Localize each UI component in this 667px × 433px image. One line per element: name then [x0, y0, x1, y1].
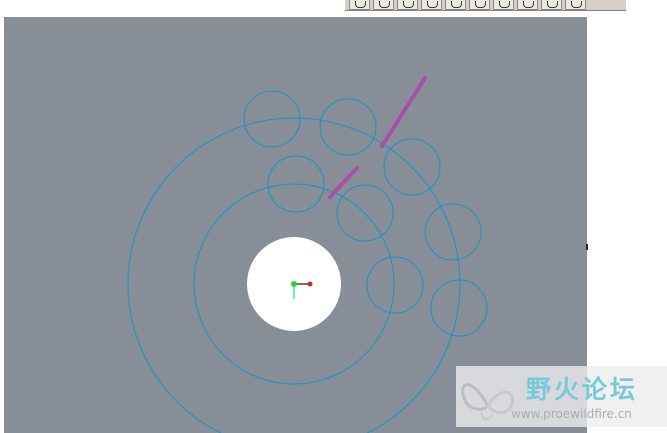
watermark-title: 野火论坛	[526, 375, 639, 404]
watermark-url: www.proewildfire.cn	[511, 407, 632, 421]
zoom-in-button[interactable]	[373, 0, 394, 10]
pattern-circle[interactable]	[424, 203, 482, 261]
pattern-circle[interactable]	[430, 279, 488, 337]
zoom-window-icon	[355, 1, 366, 8]
highlighted-segment[interactable]	[380, 76, 427, 148]
zoom-out-button[interactable]	[397, 0, 418, 10]
spin-center-icon	[547, 1, 558, 8]
view-toolbar	[344, 0, 626, 11]
zoom-window-button[interactable]	[349, 0, 370, 10]
zoom-out-icon	[403, 1, 414, 8]
refit-button[interactable]	[421, 0, 442, 10]
pattern-circle[interactable]	[366, 256, 424, 314]
saved-views-button[interactable]	[469, 0, 490, 10]
annotation-icon	[571, 1, 582, 8]
datum-display-button[interactable]	[517, 0, 538, 10]
spin-center-button[interactable]	[541, 0, 562, 10]
forum-watermark: 野火论坛 www.proewildfire.cn	[456, 366, 667, 427]
highlighted-segment[interactable]	[328, 166, 359, 199]
zoom-in-icon	[379, 1, 390, 8]
display-style-button[interactable]	[493, 0, 514, 10]
display-style-icon	[499, 1, 510, 8]
datum-icon	[523, 1, 534, 8]
orientation-icon	[451, 1, 462, 8]
annotation-display-button[interactable]	[565, 0, 586, 10]
window-edge-marker	[586, 244, 588, 250]
refit-icon	[427, 1, 438, 8]
saved-views-icon	[475, 1, 486, 8]
butterfly-logo-icon	[461, 383, 515, 420]
view-orientation-button[interactable]	[445, 0, 466, 10]
